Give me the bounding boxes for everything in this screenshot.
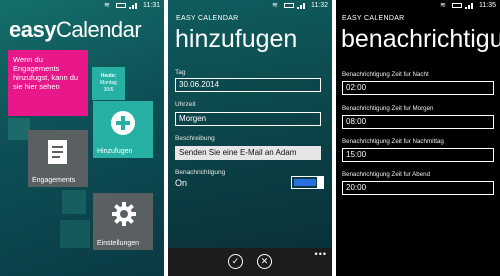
night-time-field[interactable]: 02:00 xyxy=(342,81,494,95)
date-field[interactable]: 30.06.2014 xyxy=(175,78,321,92)
document-icon xyxy=(48,140,67,164)
app-title-rest: Calendar xyxy=(55,17,142,42)
more-menu-button[interactable]: ••• xyxy=(315,249,327,259)
notification-toggle[interactable] xyxy=(291,175,324,189)
engagements-tile-label: Engagements xyxy=(32,177,76,184)
battery-icon xyxy=(452,3,462,8)
today-day: Montag xyxy=(100,80,117,86)
morning-time-label: Benachrichtigung Zeit fur Morgen xyxy=(342,105,434,112)
gear-icon xyxy=(112,202,136,226)
afternoon-time-field[interactable]: 15:00 xyxy=(342,148,494,162)
engagements-info-tile[interactable]: Wenn du Engagements hinzufugst, kann du … xyxy=(8,50,88,116)
night-time-label: Benachrichtigung Zeit fur Nacht xyxy=(342,71,429,78)
page-title: benachrichtigu xyxy=(341,25,500,53)
today-label: Heute: xyxy=(100,73,117,79)
status-bar: ≋ 11:31 xyxy=(0,0,164,12)
add-tile-label: Hinzufugen xyxy=(97,148,133,155)
morning-time-field[interactable]: 08:00 xyxy=(342,115,494,129)
toggle-fill xyxy=(293,178,316,186)
start-screen: ≋ 11:31 easyCalendar Wenn du Engagements… xyxy=(0,0,164,276)
engagements-info-text: Wenn du Engagements hinzufugst, kann du … xyxy=(13,55,79,91)
engagements-tile[interactable]: Engagements xyxy=(28,130,88,187)
add-tile[interactable]: Hinzufugen xyxy=(93,101,153,158)
settings-tile-label: Einstellungen xyxy=(97,240,140,247)
settings-tile[interactable]: Einstellungen xyxy=(93,193,153,250)
toggle-thumb[interactable] xyxy=(317,175,324,189)
page-title: hinzufugen xyxy=(175,25,298,53)
battery-icon xyxy=(284,3,294,8)
clock: 11:32 xyxy=(311,2,328,9)
signal-icon xyxy=(465,3,474,9)
today-tile[interactable]: Heute: Montag 30/6 xyxy=(92,67,125,100)
wifi-icon: ≋ xyxy=(104,2,110,9)
app-title-bold: easy xyxy=(9,17,56,42)
evening-time-field[interactable]: 20:00 xyxy=(342,181,494,195)
battery-icon xyxy=(116,3,126,8)
app-name: EASY CALENDAR xyxy=(342,15,405,22)
time-label: Uhrzeit xyxy=(175,101,196,108)
notification-state: On xyxy=(175,178,188,188)
add-screen: ≋ 11:32 EASY CALENDAR hinzufugen Tag 30.… xyxy=(168,0,332,276)
wifi-icon: ≋ xyxy=(272,2,278,9)
decor-tile xyxy=(60,220,90,248)
status-bar: ≋ 11:32 xyxy=(168,0,332,12)
decor-tile xyxy=(62,190,86,214)
app-name: EASY CALENDAR xyxy=(176,15,239,22)
today-date: 30/6 xyxy=(103,87,114,93)
status-bar: ≋ 11:35 xyxy=(336,0,500,12)
close-icon: ✕ xyxy=(260,256,269,266)
description-field[interactable]: Senden Sie eine E-Mail an Adam xyxy=(175,146,321,160)
signal-icon xyxy=(129,3,138,9)
signal-icon xyxy=(297,3,306,9)
app-bar: ✓ ✕ ••• xyxy=(168,248,332,276)
evening-time-label: Benachrichtigung Zeit fur Abend xyxy=(342,171,431,178)
app-title: easyCalendar xyxy=(9,17,142,43)
clock: 11:35 xyxy=(479,2,496,9)
plus-icon xyxy=(111,111,135,135)
clock: 11:31 xyxy=(143,2,160,9)
afternoon-time-label: Benachrichtigung Zeit fur Nachmittag xyxy=(342,138,444,145)
time-field[interactable]: Morgen xyxy=(175,112,321,126)
wifi-icon: ≋ xyxy=(440,2,446,9)
cancel-button[interactable]: ✕ xyxy=(257,254,272,269)
notification-label: Benachrichtigung xyxy=(175,169,226,176)
notification-settings-screen: ≋ 11:35 EASY CALENDAR benachrichtigu Ben… xyxy=(336,0,500,276)
date-label: Tag xyxy=(175,69,186,76)
decor-tile xyxy=(8,118,30,140)
check-icon: ✓ xyxy=(231,256,240,266)
save-button[interactable]: ✓ xyxy=(228,254,243,269)
description-label: Beschreibung xyxy=(175,135,215,142)
